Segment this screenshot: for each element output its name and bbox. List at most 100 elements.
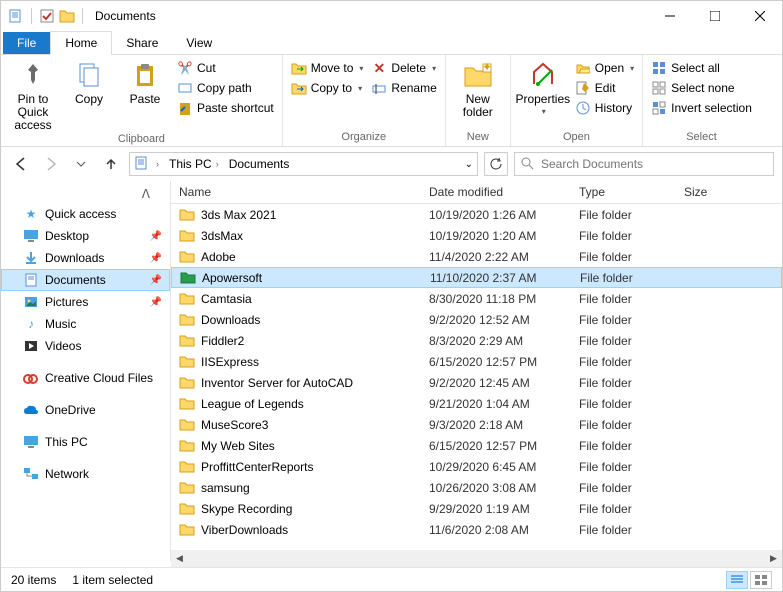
- file-row[interactable]: League of Legends9/21/2020 1:04 AMFile f…: [171, 393, 782, 414]
- file-row[interactable]: Skype Recording9/29/2020 1:19 AMFile fol…: [171, 498, 782, 519]
- address-bar[interactable]: › This PC› Documents ⌄: [129, 152, 478, 176]
- horizontal-scrollbar[interactable]: ◀ ▶: [171, 550, 782, 567]
- maximize-button[interactable]: [692, 2, 737, 30]
- file-row[interactable]: ViberDownloads11/6/2020 2:08 AMFile fold…: [171, 519, 782, 540]
- properties-button[interactable]: Properties▾: [517, 59, 569, 117]
- file-row[interactable]: ProffittCenterReports10/29/2020 6:45 AMF…: [171, 456, 782, 477]
- invert-selection-button[interactable]: Invert selection: [649, 99, 754, 117]
- sidebar-item-creative-cloud[interactable]: Creative Cloud Files: [1, 367, 170, 389]
- search-box[interactable]: [514, 152, 774, 176]
- file-row[interactable]: My Web Sites6/15/2020 12:57 PMFile folde…: [171, 435, 782, 456]
- refresh-button[interactable]: [484, 152, 508, 176]
- move-to-button[interactable]: Move to▾: [289, 59, 366, 77]
- pin-quick-access-button[interactable]: Pin to Quick access: [7, 59, 59, 133]
- qat-icons: [7, 7, 87, 25]
- file-row[interactable]: IISExpress6/15/2020 12:57 PMFile folder: [171, 351, 782, 372]
- file-row[interactable]: Camtasia8/30/2020 11:18 PMFile folder: [171, 288, 782, 309]
- select-none-button[interactable]: Select none: [649, 79, 754, 97]
- tab-file[interactable]: File: [3, 32, 50, 54]
- sidebar-item-thispc[interactable]: This PC: [1, 431, 170, 453]
- file-type: File folder: [571, 355, 676, 369]
- history-button[interactable]: History: [573, 99, 636, 117]
- file-row[interactable]: 3ds Max 202110/19/2020 1:26 AMFile folde…: [171, 204, 782, 225]
- sidebar-item-documents[interactable]: Documents📌: [1, 269, 170, 291]
- file-row[interactable]: Adobe11/4/2020 2:22 AMFile folder: [171, 246, 782, 267]
- sidebar-item-network[interactable]: Network: [1, 463, 170, 485]
- breadcrumb-thispc[interactable]: This PC›: [165, 157, 223, 171]
- delete-button[interactable]: ✕Delete▾: [369, 59, 438, 77]
- file-date: 10/19/2020 1:26 AM: [421, 208, 571, 222]
- file-date: 11/6/2020 2:08 AM: [421, 523, 571, 537]
- header-name[interactable]: Name: [171, 185, 421, 199]
- view-details-button[interactable]: [726, 571, 748, 589]
- file-row[interactable]: Inventor Server for AutoCAD9/2/2020 12:4…: [171, 372, 782, 393]
- select-all-button[interactable]: Select all: [649, 59, 754, 77]
- file-list[interactable]: 3ds Max 202110/19/2020 1:26 AMFile folde…: [171, 204, 782, 540]
- sidebar-item-videos[interactable]: Videos: [1, 335, 170, 357]
- status-selected-count: 1 item selected: [72, 573, 153, 587]
- status-item-count: 20 items: [11, 573, 56, 587]
- qat-properties-icon[interactable]: [7, 7, 25, 25]
- file-row[interactable]: 3dsMax10/19/2020 1:20 AMFile folder: [171, 225, 782, 246]
- new-folder-button[interactable]: ✦New folder: [452, 59, 504, 119]
- sidebar-item-quick-access[interactable]: ★Quick access: [1, 203, 170, 225]
- file-row[interactable]: Downloads9/2/2020 12:52 AMFile folder: [171, 309, 782, 330]
- breadcrumb-documents[interactable]: Documents: [225, 157, 294, 171]
- sidebar-item-onedrive[interactable]: OneDrive: [1, 399, 170, 421]
- file-name: Fiddler2: [201, 334, 244, 348]
- folder-icon: [179, 459, 195, 475]
- search-input[interactable]: [541, 157, 767, 171]
- file-date: 8/3/2020 2:29 AM: [421, 334, 571, 348]
- file-type: File folder: [571, 229, 676, 243]
- group-label-clipboard: Clipboard: [7, 133, 276, 146]
- collapse-nav-icon[interactable]: ᐱ: [1, 187, 170, 203]
- header-date[interactable]: Date modified: [421, 185, 571, 199]
- qat-check-icon[interactable]: [38, 7, 56, 25]
- tab-home[interactable]: Home: [50, 31, 112, 55]
- file-date: 11/4/2020 2:22 AM: [421, 250, 571, 264]
- paste-shortcut-button[interactable]: Paste shortcut: [175, 99, 276, 117]
- star-icon: ★: [23, 206, 39, 222]
- file-row[interactable]: samsung10/26/2020 3:08 AMFile folder: [171, 477, 782, 498]
- file-row[interactable]: MuseScore39/3/2020 2:18 AMFile folder: [171, 414, 782, 435]
- file-date: 10/29/2020 6:45 AM: [421, 460, 571, 474]
- file-type: File folder: [571, 502, 676, 516]
- nav-forward-button[interactable]: [39, 152, 63, 176]
- folder-icon: [58, 7, 76, 25]
- sidebar-item-downloads[interactable]: Downloads📌: [1, 247, 170, 269]
- tab-share[interactable]: Share: [112, 32, 172, 54]
- scroll-left-icon[interactable]: ◀: [171, 550, 188, 567]
- minimize-button[interactable]: [647, 2, 692, 30]
- tab-view[interactable]: View: [172, 32, 226, 54]
- copy-to-button[interactable]: Copy to▾: [289, 79, 366, 97]
- ribbon-group-open: Properties▾ Open▾ Edit History Open: [511, 55, 643, 146]
- copy-path-button[interactable]: Copy path: [175, 79, 276, 97]
- cut-button[interactable]: ✂️Cut: [175, 59, 276, 77]
- nav-recent-button[interactable]: [69, 152, 93, 176]
- thispc-icon: [23, 434, 39, 450]
- file-row[interactable]: Apowersoft11/10/2020 2:37 AMFile folder: [171, 267, 782, 288]
- paste-button[interactable]: Paste: [119, 59, 171, 106]
- select-none-icon: [651, 80, 667, 96]
- scroll-right-icon[interactable]: ▶: [765, 550, 782, 567]
- address-dropdown-icon[interactable]: ⌄: [465, 159, 473, 170]
- rename-button[interactable]: Rename: [369, 79, 438, 97]
- file-date: 6/15/2020 12:57 PM: [421, 355, 571, 369]
- nav-back-button[interactable]: [9, 152, 33, 176]
- close-button[interactable]: [737, 2, 782, 30]
- edit-button[interactable]: Edit: [573, 79, 636, 97]
- sidebar-item-music[interactable]: ♪Music: [1, 313, 170, 335]
- view-large-icons-button[interactable]: [750, 571, 772, 589]
- group-label-new: New: [452, 131, 504, 144]
- file-name: My Web Sites: [201, 439, 275, 453]
- header-size[interactable]: Size: [676, 185, 736, 199]
- copy-button[interactable]: Copy: [63, 59, 115, 106]
- file-type: File folder: [571, 334, 676, 348]
- file-type: File folder: [572, 271, 677, 285]
- open-button[interactable]: Open▾: [573, 59, 636, 77]
- nav-up-button[interactable]: [99, 152, 123, 176]
- file-row[interactable]: Fiddler2 8/3/2020 2:29 AMFile folder: [171, 330, 782, 351]
- sidebar-item-pictures[interactable]: Pictures📌: [1, 291, 170, 313]
- header-type[interactable]: Type: [571, 185, 676, 199]
- sidebar-item-desktop[interactable]: Desktop📌: [1, 225, 170, 247]
